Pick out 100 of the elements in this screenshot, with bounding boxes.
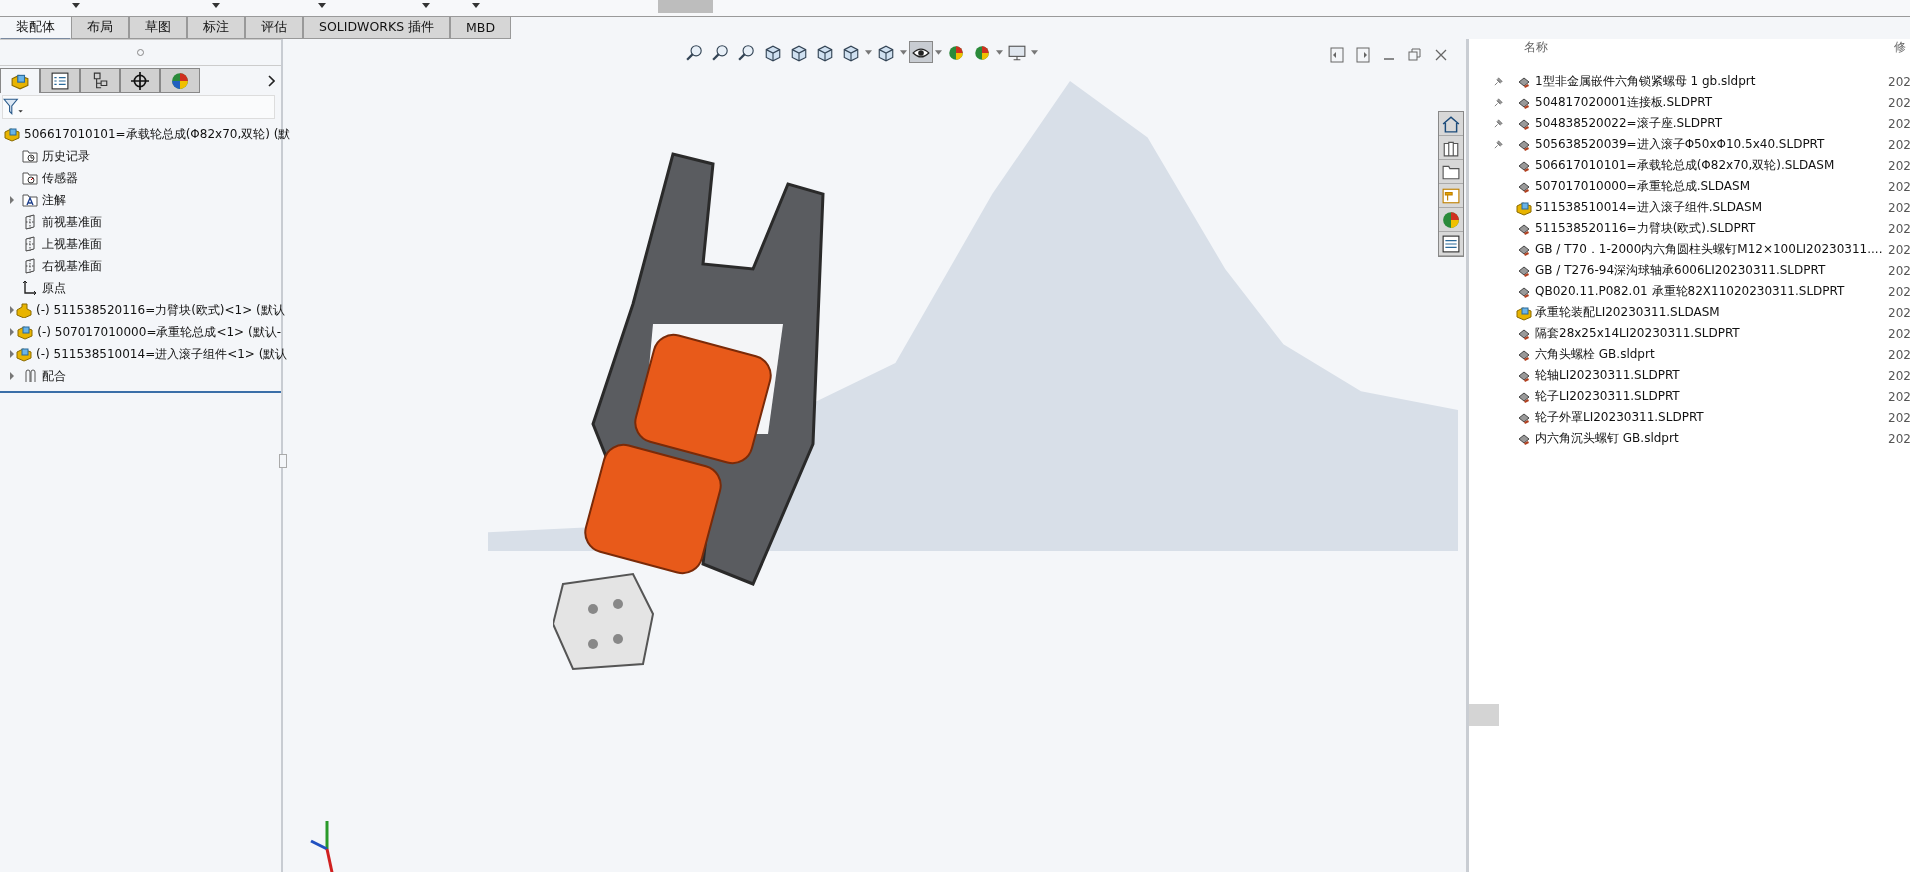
modified-date: 202 (1888, 410, 1910, 425)
file-name[interactable]: 504838520022=滚子座.SLDPRT (1535, 115, 1723, 132)
tree-item[interactable]: 历史记录 (42, 147, 90, 165)
ribbon-tab[interactable]: 布局 (71, 17, 129, 39)
modified-date: 202 (1888, 221, 1910, 236)
view-cube-icon (816, 44, 834, 62)
file-name[interactable]: 511538520116=力臂块(欧式).SLDPRT (1535, 220, 1756, 237)
task-pane-tab[interactable] (1439, 208, 1463, 232)
books-icon (1442, 139, 1460, 157)
magnifier-icon (738, 44, 756, 62)
task-pane-tab[interactable] (1439, 160, 1463, 184)
view-cube-icon (790, 44, 808, 62)
filter-field[interactable] (2, 95, 275, 119)
tree-item[interactable]: (-) 511538510014=进入滚子组件<1> (默认 (36, 345, 288, 363)
panel-tab[interactable] (120, 68, 160, 93)
dropdown-caret-icon[interactable] (422, 3, 430, 8)
color-ball-icon (1442, 211, 1460, 229)
column-header[interactable]: 名称 (1524, 39, 1548, 71)
panel-left-icon[interactable] (1330, 47, 1344, 63)
modified-date: 202 (1888, 116, 1910, 131)
home-icon (1442, 115, 1460, 133)
list-icon (1442, 235, 1460, 253)
modified-date: 202 (1888, 431, 1910, 446)
file-name[interactable]: 轮子LI20230311.SLDPRT (1535, 388, 1680, 405)
file-name[interactable]: 506617010101=承载轮总成(Φ82x70,双轮).SLDASM (1535, 157, 1835, 174)
splitter-handle[interactable] (279, 454, 287, 468)
file-name[interactable]: 内六角沉头螺钉 GB.sldprt (1535, 430, 1679, 447)
feature-tree-icon (11, 72, 29, 90)
pin-icon[interactable] (1493, 76, 1504, 87)
tree-item[interactable]: 原点 (42, 279, 66, 297)
tree-item[interactable]: 右视基准面 (42, 257, 102, 275)
pin-icon[interactable] (1493, 97, 1504, 108)
dropdown-caret-icon[interactable] (472, 3, 480, 8)
file-name[interactable]: GB / T276-94深沟球轴承6006LI20230311.SLDPRT (1535, 262, 1826, 279)
tree-item[interactable]: 注解 (42, 191, 66, 209)
ribbon-tab[interactable]: MBD (450, 17, 512, 39)
assembly-icon (1516, 304, 1532, 321)
tree-item[interactable]: (-) 511538520116=力臂块(欧式)<1> (默认 (36, 301, 285, 319)
plane-icon (22, 258, 38, 274)
monitor-icon (1008, 44, 1026, 62)
ribbon-tab[interactable]: 评估 (245, 17, 303, 39)
panel-tab[interactable] (80, 68, 120, 93)
ribbon-tab[interactable]: 草图 (129, 17, 187, 39)
view-cube-icon (842, 44, 860, 62)
view-tool-button[interactable] (909, 41, 933, 63)
dropdown-caret-icon[interactable] (212, 3, 220, 8)
pin-icon[interactable] (1493, 139, 1504, 150)
modified-date: 202 (1888, 347, 1910, 362)
assembly-icon (16, 346, 32, 362)
file-name[interactable]: GB / T70．1-2000内六角圆柱头螺钉M12×100LI20230311.... (1535, 241, 1883, 258)
file-name[interactable]: 轮轴LI20230311.SLDPRT (1535, 367, 1680, 384)
dropdown-caret-icon[interactable] (318, 3, 326, 8)
expand-arrow-icon[interactable] (8, 196, 16, 204)
pin-icon[interactable] (1493, 118, 1504, 129)
scrollbar-thumb[interactable] (1469, 704, 1499, 726)
ribbon-tab[interactable]: SOLIDWORKS 插件 (303, 17, 451, 39)
task-pane-tab[interactable] (1439, 136, 1463, 160)
expand-arrow-icon[interactable] (8, 328, 16, 336)
modified-date: 202 (1888, 95, 1910, 110)
expand-arrow-icon[interactable] (8, 350, 16, 358)
file-name[interactable]: 507017010000=承重轮总成.SLDASM (1535, 178, 1750, 195)
chevron-right-icon[interactable] (267, 74, 275, 87)
modified-date: 202 (1888, 263, 1910, 278)
modified-date: 202 (1888, 158, 1910, 173)
file-name[interactable]: 1型非金属嵌件六角锁紧螺母 1 gb.sldprt (1535, 73, 1756, 90)
tree-item[interactable]: 前视基准面 (42, 213, 102, 231)
tree-item[interactable]: 配合 (42, 367, 66, 385)
view-cube-icon (764, 44, 782, 62)
expand-arrow-icon[interactable] (8, 306, 16, 314)
file-name[interactable]: 504817020001连接板.SLDPRT (1535, 94, 1712, 111)
tree-item[interactable]: (-) 507017010000=承重轮总成<1> (默认- (37, 323, 281, 341)
file-name[interactable]: 505638520039=进入滚子Φ50xΦ10.5x40.SLDPRT (1535, 136, 1825, 153)
modified-date: 202 (1888, 200, 1910, 215)
restore-icon[interactable] (1408, 47, 1422, 63)
file-name[interactable]: 承重轮装配LI20230311.SLDASM (1535, 304, 1720, 321)
file-name[interactable]: 轮子外罩LI20230311.SLDPRT (1535, 409, 1704, 426)
ribbon-tab[interactable]: 标注 (187, 17, 245, 39)
crosshair-icon (131, 71, 149, 90)
close-icon[interactable] (1434, 47, 1448, 63)
tree-item[interactable]: 上视基准面 (42, 235, 102, 253)
file-name[interactable]: 511538510014=进入滚子组件.SLDASM (1535, 199, 1762, 216)
folder-icon (1442, 163, 1460, 181)
plane-icon (22, 214, 38, 230)
color-ball-icon (947, 44, 965, 62)
tree-item[interactable]: 传感器 (42, 169, 78, 187)
file-name[interactable]: 六角头螺栓 GB.sldprt (1535, 346, 1655, 363)
modified-date: 202 (1888, 242, 1910, 257)
ribbon-tab[interactable]: 装配体 (0, 17, 71, 39)
history-folder-icon (22, 148, 38, 164)
task-pane-tab[interactable] (1439, 232, 1463, 256)
file-name[interactable]: QB020.11.P082.01 承重轮82X11020230311.SLDPRT (1535, 283, 1845, 300)
file-name[interactable]: 隔套28x25x14LI20230311.SLDPRT (1535, 325, 1740, 342)
tree-item[interactable]: 506617010101=承载轮总成(Φ82x70,双轮) (默 (24, 125, 291, 143)
dropdown-caret-icon[interactable] (72, 3, 80, 8)
task-pane-tab[interactable] (1439, 112, 1463, 136)
view-cube-icon (877, 44, 895, 62)
column-header[interactable]: 修 (1894, 39, 1906, 71)
task-pane-tab[interactable] (1439, 184, 1463, 208)
panel-right-icon[interactable] (1356, 47, 1370, 63)
expand-arrow-icon[interactable] (8, 372, 16, 380)
